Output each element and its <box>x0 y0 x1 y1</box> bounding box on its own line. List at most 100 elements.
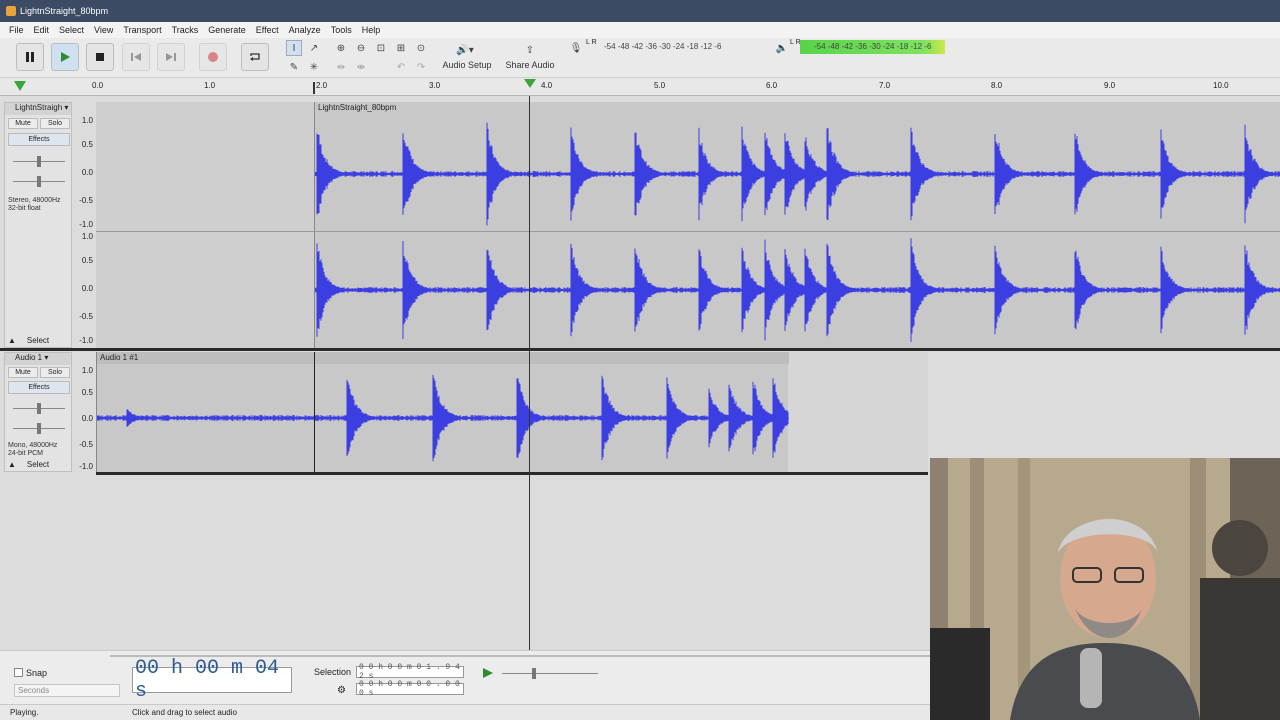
silence-button[interactable]: ⇼ <box>353 59 369 75</box>
selection-label: Selection <box>314 667 352 677</box>
menu-generate[interactable]: Generate <box>203 25 251 35</box>
gain-slider[interactable] <box>13 156 65 167</box>
fit-selection-button[interactable]: ⊡ <box>373 40 389 56</box>
stop-icon <box>96 53 104 61</box>
play-button[interactable] <box>51 43 79 71</box>
menu-edit[interactable]: Edit <box>29 25 55 35</box>
audio-setup-label: Audio Setup <box>442 60 492 70</box>
play-speed-slider[interactable] <box>502 668 598 679</box>
trim-button[interactable]: ⇹ <box>333 59 349 75</box>
pencil-icon: ✎ <box>289 61 299 73</box>
record-meter[interactable]: -54 -48 -42 -36 -30 -24 -18 -12 -6 <box>596 40 766 54</box>
menu-effect[interactable]: Effect <box>251 25 284 35</box>
solo-button[interactable]: Solo <box>40 118 70 129</box>
ruler-tick: 7.0 <box>879 81 891 90</box>
snap-label: Snap <box>26 668 48 678</box>
gain-slider[interactable] <box>13 403 65 414</box>
menu-file[interactable]: File <box>4 25 29 35</box>
time-display[interactable]: 00 h 00 m 04 s <box>132 657 292 703</box>
record-meter-scale: -54 -48 -42 -36 -30 -24 -18 -12 -6 <box>604 42 722 51</box>
play-icon <box>61 52 70 62</box>
undo-button[interactable]: ↶ <box>393 59 409 75</box>
selection-tool[interactable]: I <box>286 40 302 56</box>
ruler-tick: 8.0 <box>991 81 1003 90</box>
skip-start-button[interactable] <box>122 43 150 71</box>
play-meter[interactable]: -54 -48 -42 -36 -30 -24 -18 -12 -6 <box>800 40 970 54</box>
effects-button[interactable]: Effects <box>8 133 70 146</box>
ruler-tick: 2.0 <box>316 81 328 90</box>
track-vertical-scale[interactable]: 1.0 0.5 0.0 -0.5 -1.0 1.0 0.5 0.0 -0.5 -… <box>72 114 96 346</box>
status-bar: Playing. Click and drag to select audio <box>0 704 930 720</box>
track-select-button[interactable]: ▲ Select <box>5 334 71 347</box>
pan-slider[interactable] <box>13 176 65 187</box>
menu-tracks[interactable]: Tracks <box>167 25 204 35</box>
stop-button[interactable] <box>86 43 114 71</box>
track-select-button[interactable]: ▲ Select <box>5 459 71 471</box>
track-name-menu[interactable]: Audio 1 ▾ <box>5 353 71 365</box>
audio-setup-button[interactable]: 🔊▾ <box>455 42 475 58</box>
track-control-panel: ✕ Audio 1 ▾ Mute Solo Effects Mono, 4800… <box>4 352 72 472</box>
menu-transport[interactable]: Transport <box>118 25 166 35</box>
ruler-tick: 0.0 <box>92 81 104 90</box>
menu-bar: File Edit Select View Transport Tracks G… <box>0 22 1280 38</box>
timeline-ruler[interactable]: 0.0 1.0 2.0 3.0 4.0 5.0 6.0 7.0 8.0 9.0 … <box>0 78 1280 96</box>
webcam-overlay <box>930 458 1280 720</box>
track-control-panel: ✕ LightnStraigh ▾ Mute Solo Effects Ster… <box>4 102 72 348</box>
multi-tool[interactable]: ✳ <box>306 59 322 75</box>
status-state: Playing. <box>10 708 39 717</box>
cursor-line <box>314 352 315 472</box>
skip-end-button[interactable] <box>157 43 185 71</box>
envelope-tool[interactable]: ↗ <box>306 40 322 56</box>
mute-button[interactable]: Mute <box>8 118 38 129</box>
microphone-icon: 🎙 <box>569 42 583 54</box>
track-separator <box>0 348 1280 351</box>
loop-button[interactable] <box>241 43 269 71</box>
menu-select[interactable]: Select <box>54 25 89 35</box>
gear-icon[interactable]: ⚙ <box>337 685 346 696</box>
draw-tool[interactable]: ✎ <box>286 59 302 75</box>
record-button[interactable] <box>199 43 227 71</box>
play-at-speed-icon[interactable] <box>482 667 494 679</box>
pause-button[interactable] <box>16 43 44 71</box>
pause-icon <box>26 52 34 62</box>
audio-clip[interactable]: Audio 1 #1 <box>96 352 789 472</box>
share-audio-label: Share Audio <box>505 60 555 70</box>
effects-button[interactable]: Effects <box>8 381 70 394</box>
window-title: LightnStraight_80bpm <box>20 6 109 16</box>
envelope-icon: ↗ <box>309 42 319 54</box>
toolbar: I ↗ ✎ ✳ ⊕ ⊖ ⊡ ⊞ ⊙ ⇹ ⇼ ↶ ↷ 🔊▾ Audio Setup… <box>0 38 1280 78</box>
track-name-menu[interactable]: LightnStraigh ▾ <box>5 103 71 115</box>
ruler-tick: 4.0 <box>541 81 553 90</box>
ruler-tick: 9.0 <box>1104 81 1116 90</box>
snap-checkbox[interactable] <box>14 668 23 677</box>
menu-view[interactable]: View <box>89 25 118 35</box>
playhead-marker-icon <box>524 79 536 88</box>
redo-button[interactable]: ↷ <box>413 59 429 75</box>
fit-project-button[interactable]: ⊞ <box>393 40 409 56</box>
menu-analyze[interactable]: Analyze <box>284 25 326 35</box>
snap-unit-dropdown[interactable]: Seconds <box>14 684 120 697</box>
solo-button[interactable]: Solo <box>40 367 70 378</box>
track-format-info: Stereo, 48000Hz 32-bit float <box>8 197 61 212</box>
channel-divider <box>96 231 1280 232</box>
zoom-toggle-button[interactable]: ⊙ <box>413 40 429 56</box>
silence-icon: ⇼ <box>356 61 366 73</box>
menu-help[interactable]: Help <box>357 25 386 35</box>
audio-clip[interactable]: LightnStraight_80bpm <box>314 102 1280 348</box>
share-audio-button[interactable]: ⇪ <box>522 42 538 58</box>
selection-end-field[interactable]: 0 0 h 0 0 m 0 0 . 0 0 0 s <box>356 680 464 698</box>
mute-button[interactable]: Mute <box>8 367 38 378</box>
skip-end-icon <box>166 53 176 61</box>
collapse-icon: ▲ <box>8 336 16 345</box>
fit-project-icon: ⊞ <box>396 42 406 54</box>
menu-tools[interactable]: Tools <box>326 25 357 35</box>
ruler-tick: 6.0 <box>766 81 778 90</box>
zoom-out-button[interactable]: ⊖ <box>353 40 369 56</box>
pan-slider[interactable] <box>13 423 65 434</box>
track-vertical-scale[interactable]: 1.0 0.5 0.0 -0.5 -1.0 <box>72 364 96 472</box>
selection-start-field[interactable]: 0 0 h 0 0 m 0 1 . 9 4 2 s <box>356 663 464 681</box>
playback-speaker-icon: 🔈 <box>775 42 789 54</box>
ruler-tick: 1.0 <box>204 81 216 90</box>
zoom-in-button[interactable]: ⊕ <box>333 40 349 56</box>
play-meter-scale: -54 -48 -42 -36 -30 -24 -18 -12 -6 <box>814 42 932 51</box>
